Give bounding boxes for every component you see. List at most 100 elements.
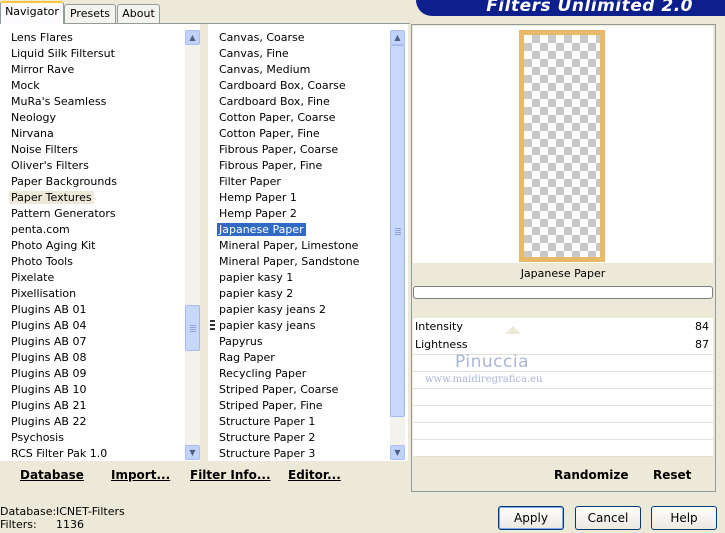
filter-list-item[interactable]: Canvas, Medium [217, 62, 312, 78]
filter-list-item[interactable]: Filter Paper [217, 174, 283, 190]
list-item-label: Plugins AB 07 [11, 335, 87, 348]
filter-list-item[interactable]: papier kasy jeans 2 [217, 302, 328, 318]
category-list-item[interactable]: Paper Textures [9, 190, 94, 206]
category-list-item[interactable]: penta.com [9, 222, 72, 238]
filter-list-item[interactable]: Mineral Paper, Limestone [217, 238, 360, 254]
category-list-item[interactable]: Psychosis [9, 430, 66, 446]
category-scroll-thumb[interactable] [185, 305, 200, 351]
filter-list-item[interactable]: Structure Paper 2 [217, 430, 317, 446]
category-list-item[interactable]: Pixellisation [9, 286, 78, 302]
list-item-label: Structure Paper 3 [219, 447, 316, 460]
filter-list-item[interactable]: Papyrus [217, 334, 265, 350]
param-row-empty [413, 406, 713, 423]
filter-scroll-thumb[interactable] [390, 45, 405, 417]
list-item-label: MuRa's Seamless [11, 95, 107, 108]
category-list-item[interactable]: Plugins AB 04 [9, 318, 88, 334]
list-item-label: Cardboard Box, Coarse [219, 79, 346, 92]
cancel-button[interactable]: Cancel [575, 506, 641, 530]
category-list-item[interactable]: Plugins AB 07 [9, 334, 88, 350]
list-item-label: papier kasy jeans 2 [219, 303, 326, 316]
scroll-down-icon[interactable]: ▼ [390, 445, 405, 460]
filter-list-item[interactable]: Recycling Paper [217, 366, 308, 382]
filter-list-item[interactable]: Fibrous Paper, Fine [217, 158, 324, 174]
category-list-item[interactable]: Oliver's Filters [9, 158, 91, 174]
list-item-label: Canvas, Fine [219, 47, 289, 60]
list-item-label: Pattern Generators [11, 207, 116, 220]
filter-list-item[interactable]: Japanese Paper [217, 222, 306, 238]
category-list-item[interactable]: Nirvana [9, 126, 56, 142]
filter-info-link[interactable]: Filter Info... [190, 468, 271, 482]
tab-about[interactable]: About [117, 4, 160, 23]
drag-grip-icon [210, 320, 215, 330]
filter-list-item[interactable]: papier kasy 1 [217, 270, 295, 286]
filter-list-item[interactable]: Cotton Paper, Coarse [217, 110, 338, 126]
list-item-label: Plugins AB 22 [11, 415, 87, 428]
import-link[interactable]: Import... [111, 468, 170, 482]
list-item-label: Plugins AB 09 [11, 367, 87, 380]
scroll-up-icon[interactable]: ▲ [390, 30, 405, 45]
list-item-label: Pixellisation [11, 287, 77, 300]
filter-list-item[interactable]: Structure Paper 1 [217, 414, 317, 430]
category-list-item[interactable]: Photo Aging Kit [9, 238, 97, 254]
tab-navigator[interactable]: Navigator [0, 1, 64, 24]
list-item-label: Plugins AB 04 [11, 319, 87, 332]
filter-list-item[interactable]: Mineral Paper, Sandstone [217, 254, 361, 270]
filter-list-item[interactable]: Fibrous Paper, Coarse [217, 142, 340, 158]
apply-button[interactable]: Apply [498, 506, 564, 530]
list-item-label: Fibrous Paper, Fine [219, 159, 323, 172]
help-button[interactable]: Help [651, 506, 717, 530]
filter-list-item[interactable]: Cotton Paper, Fine [217, 126, 322, 142]
category-list-item[interactable]: Noise Filters [9, 142, 80, 158]
filter-list-item[interactable]: Canvas, Fine [217, 46, 291, 62]
reset-button[interactable]: Reset [653, 468, 691, 482]
category-scrollbar[interactable]: ▲ ▼ [185, 30, 200, 460]
category-list-item[interactable]: Neology [9, 110, 58, 126]
category-list-item[interactable]: Plugins AB 10 [9, 382, 88, 398]
filter-list-item[interactable]: papier kasy 2 [217, 286, 295, 302]
filter-list-item[interactable]: Canvas, Coarse [217, 30, 307, 46]
list-item-label: Striped Paper, Fine [219, 399, 323, 412]
list-item-label: Plugins AB 08 [11, 351, 87, 364]
category-list-item[interactable]: Plugins AB 09 [9, 366, 88, 382]
filter-list-item[interactable]: Hemp Paper 1 [217, 190, 299, 206]
category-list-item[interactable]: Plugins AB 22 [9, 414, 88, 430]
filter-list-item[interactable]: Rag Paper [217, 350, 277, 366]
category-list-item[interactable]: MuRa's Seamless [9, 94, 108, 110]
scroll-up-icon[interactable]: ▲ [185, 30, 200, 45]
status-filters-label: Filters: [0, 518, 37, 531]
category-list-item[interactable]: Paper Backgrounds [9, 174, 119, 190]
filter-scrollbar[interactable]: ▲ ▼ [390, 30, 405, 460]
database-link[interactable]: Database [20, 468, 84, 482]
list-item-label: Structure Paper 2 [219, 431, 316, 444]
category-list-item[interactable]: Pattern Generators [9, 206, 118, 222]
category-list-item[interactable]: Plugins AB 21 [9, 398, 88, 414]
filter-list-item[interactable]: Striped Paper, Coarse [217, 382, 340, 398]
category-list-item[interactable]: RCS Filter Pak 1.0 [9, 446, 109, 462]
param-row-intensity[interactable]: Intensity 84 [413, 318, 713, 337]
filter-list-item[interactable]: Striped Paper, Fine [217, 398, 325, 414]
list-item-label: RCS Filter Pak 1.0 [11, 447, 108, 460]
category-list-item[interactable]: Photo Tools [9, 254, 75, 270]
param-row-empty [413, 389, 713, 406]
filter-list-item[interactable]: Cardboard Box, Coarse [217, 78, 348, 94]
category-list-item[interactable]: Lens Flares [9, 30, 75, 46]
filter-list-item[interactable]: Cardboard Box, Fine [217, 94, 332, 110]
filter-list-item[interactable]: papier kasy jeans [217, 318, 317, 334]
category-list-item[interactable]: Mock [9, 78, 42, 94]
filter-list-item[interactable]: Structure Paper 3 [217, 446, 317, 462]
filter-list[interactable]: Canvas, Coarse Canvas, Fine Canvas, Medium… [208, 24, 408, 461]
preview-image [519, 30, 605, 262]
editor-link[interactable]: Editor... [288, 468, 341, 482]
category-list-item[interactable]: Plugins AB 08 [9, 350, 88, 366]
category-list-item[interactable]: Liquid Silk Filtersut [9, 46, 117, 62]
list-item-label: Plugins AB 01 [11, 303, 87, 316]
category-list-item[interactable]: Plugins AB 01 [9, 302, 88, 318]
category-list-item[interactable]: Mirror Rave [9, 62, 76, 78]
scroll-down-icon[interactable]: ▼ [185, 445, 200, 460]
tab-presets[interactable]: Presets [64, 4, 116, 23]
list-item-label: Hemp Paper 1 [219, 191, 297, 204]
category-list-item[interactable]: Pixelate [9, 270, 56, 286]
filter-list-item[interactable]: Hemp Paper 2 [217, 206, 299, 222]
category-list[interactable]: Lens Flares Liquid Silk Filtersut Mirror R… [0, 24, 200, 461]
randomize-button[interactable]: Randomize [554, 468, 628, 482]
